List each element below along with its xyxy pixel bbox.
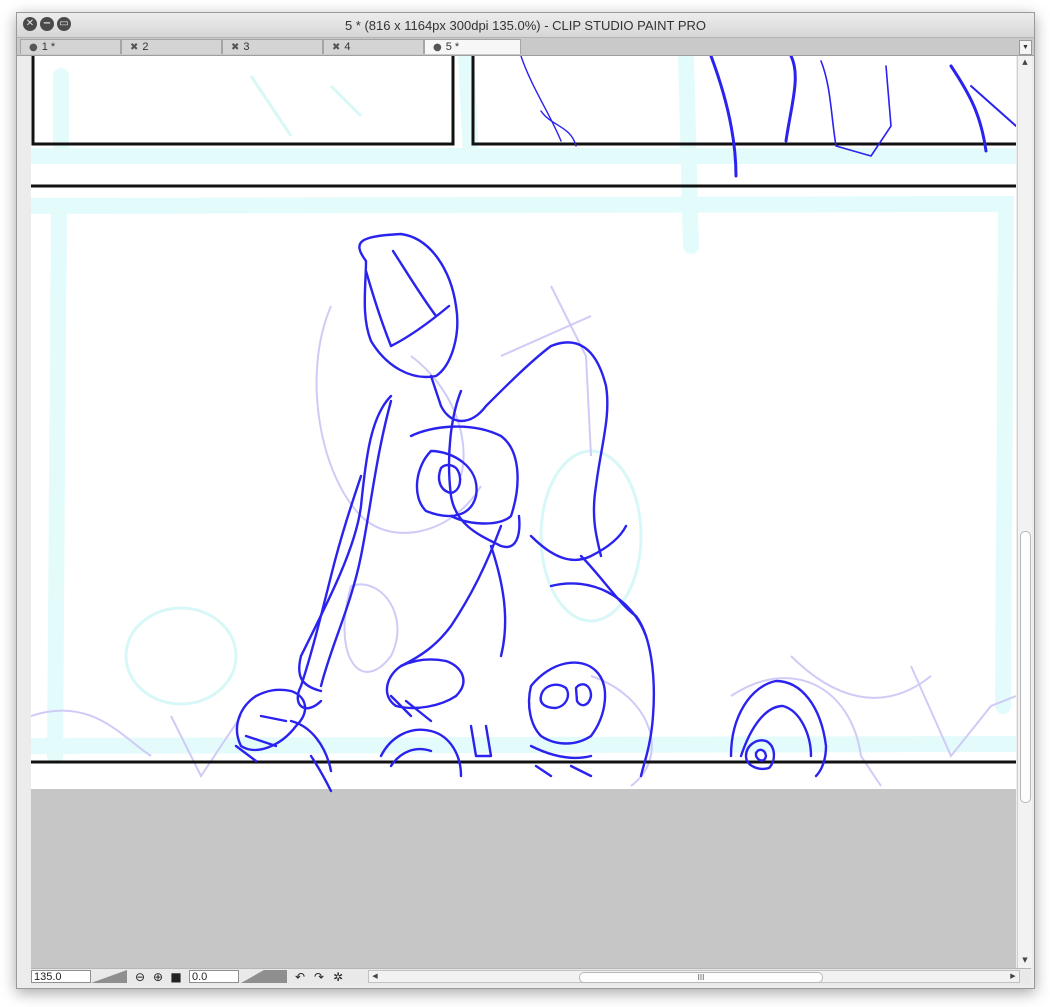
tab-label: 1 * <box>41 41 56 53</box>
scroll-down-icon[interactable]: ▼ <box>1019 955 1031 966</box>
tab-label: 2 <box>142 41 149 53</box>
close-x-icon[interactable]: ✖ <box>130 42 138 53</box>
close-x-icon[interactable]: ✖ <box>231 42 239 53</box>
zoom-field[interactable]: 135.0 <box>31 970 91 983</box>
canvas-viewport[interactable] <box>31 56 1016 968</box>
tab-label: 5 * <box>445 41 460 53</box>
tab-document-4[interactable]: ✖ 4 <box>323 39 424 54</box>
horizontal-scrollbar[interactable]: ◀ III ▶ <box>368 970 1020 983</box>
modified-dot-icon: ● <box>433 42 442 53</box>
zoom-out-icon[interactable]: ⊖ <box>133 970 147 984</box>
rotation-slider[interactable] <box>241 970 287 983</box>
vertical-scroll-thumb[interactable] <box>1020 531 1031 803</box>
canvas-status-bar: 135.0 ⊖ ⊕ ■ 0.0 ↶ ↷ ✲ ◀ III ▶ <box>31 968 1031 985</box>
app-window: ✕ − ▭ 5 * (816 x 1164px 300dpi 135.0%) -… <box>16 12 1035 989</box>
rotate-left-icon[interactable]: ↶ <box>293 970 307 984</box>
window-title: 5 * (816 x 1164px 300dpi 135.0%) - CLIP … <box>344 18 707 33</box>
tab-document-2[interactable]: ✖ 2 <box>121 39 222 54</box>
tab-document-1[interactable]: ● 1 * <box>20 39 121 54</box>
fit-page-icon[interactable]: ■ <box>169 970 183 984</box>
tab-document-5[interactable]: ● 5 * <box>424 39 521 54</box>
reset-rotation-icon[interactable]: ✲ <box>331 970 345 984</box>
close-x-icon[interactable]: ✖ <box>332 42 340 53</box>
modified-dot-icon: ● <box>29 42 38 53</box>
horizontal-scroll-thumb[interactable]: III <box>579 972 823 983</box>
page-paper <box>31 56 1016 789</box>
tab-label: 3 <box>243 41 250 53</box>
scroll-right-icon[interactable]: ▶ <box>1007 971 1019 982</box>
tab-label: 4 <box>344 41 351 53</box>
chevron-down-icon[interactable]: ▼ <box>1019 40 1032 55</box>
scroll-left-icon[interactable]: ◀ <box>369 971 381 982</box>
title-bar[interactable]: ✕ − ▭ 5 * (816 x 1164px 300dpi 135.0%) -… <box>17 13 1034 38</box>
zoom-in-icon[interactable]: ⊕ <box>151 970 165 984</box>
zoom-slider[interactable] <box>91 970 127 983</box>
manga-page-sketch <box>31 56 1016 793</box>
tab-document-3[interactable]: ✖ 3 <box>222 39 323 54</box>
vertical-scrollbar[interactable]: ▲ ▼ <box>1017 56 1032 968</box>
scroll-up-icon[interactable]: ▲ <box>1019 57 1031 68</box>
document-tab-bar: ● 1 * ✖ 2 ✖ 3 ✖ 4 ● 5 * ▼ <box>17 38 1034 56</box>
rotation-field[interactable]: 0.0 <box>189 970 239 983</box>
rotate-right-icon[interactable]: ↷ <box>312 970 326 984</box>
